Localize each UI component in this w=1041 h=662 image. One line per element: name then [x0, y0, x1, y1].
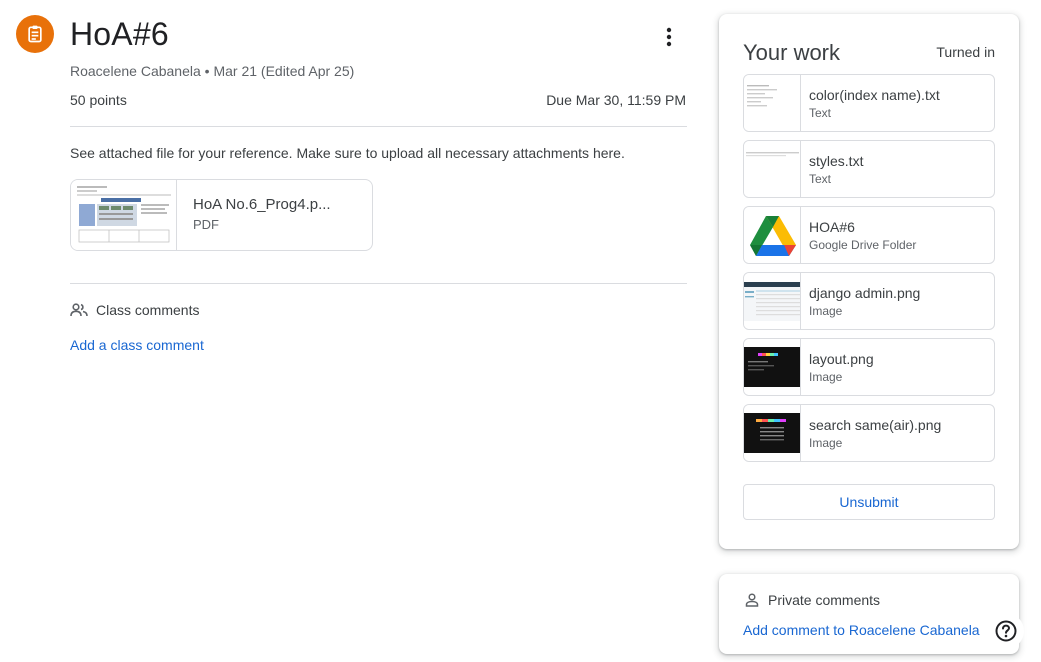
add-private-comment-link[interactable]: Add comment to Roacelene Cabanela — [743, 622, 980, 638]
help-button[interactable] — [988, 613, 1024, 649]
attachment-card[interactable]: HoA No.6_Prog4.p... PDF — [70, 179, 373, 251]
drive-icon — [744, 207, 801, 263]
submitted-file[interactable]: django admin.png Image — [743, 272, 995, 330]
file-name: search same(air).png — [809, 417, 942, 433]
your-work-title: Your work — [743, 40, 841, 65]
image-thumbnail — [744, 405, 801, 461]
points-label: 50 points — [70, 92, 127, 108]
submitted-file[interactable]: color(index name).txt Text — [743, 74, 995, 132]
submitted-file[interactable]: styles.txt Text — [743, 140, 995, 198]
more-vert-icon — [666, 27, 672, 47]
help-icon — [995, 620, 1017, 642]
file-type: Image — [809, 370, 843, 384]
submitted-file[interactable]: HOA#6 Google Drive Folder — [743, 206, 995, 264]
file-name: color(index name).txt — [809, 87, 940, 103]
class-comments-header: Class comments — [70, 302, 199, 318]
private-comments-card: Private comments Add comment to Roacelen… — [719, 574, 1019, 654]
person-icon — [745, 593, 759, 607]
file-type: Image — [809, 436, 843, 450]
people-icon — [70, 303, 88, 317]
submitted-file[interactable]: search same(air).png Image — [743, 404, 995, 462]
class-comments-label: Class comments — [96, 302, 200, 318]
file-name: styles.txt — [809, 153, 864, 169]
private-comments-header: Private comments — [745, 592, 880, 608]
image-thumbnail — [744, 339, 801, 395]
assignment-meta: Roacelene Cabanela • Mar 21 (Edited Apr … — [70, 63, 355, 79]
private-comments-label: Private comments — [768, 592, 881, 608]
submitted-file[interactable]: layout.png Image — [743, 338, 995, 396]
instructions-text: See attached file for your reference. Ma… — [70, 145, 625, 161]
file-name: django admin.png — [809, 285, 921, 301]
file-name: layout.png — [809, 351, 874, 367]
file-name: HOA#6 — [809, 219, 855, 235]
image-thumbnail — [744, 273, 801, 329]
unsubmit-button[interactable]: Unsubmit — [743, 484, 995, 520]
text-doc-thumbnail — [744, 75, 801, 131]
add-class-comment-link[interactable]: Add a class comment — [70, 337, 204, 353]
divider — [70, 283, 687, 284]
file-type: Google Drive Folder — [809, 238, 917, 252]
status-badge: Turned in — [936, 44, 995, 60]
pdf-thumbnail — [71, 180, 177, 250]
page-title: HoA#6 — [70, 16, 169, 52]
file-type: Image — [809, 304, 843, 318]
your-work-card: Your work Turned in color(index name).tx… — [719, 14, 1019, 549]
divider — [70, 126, 687, 127]
more-options-button[interactable] — [654, 22, 684, 52]
attachment-type: PDF — [193, 217, 219, 232]
file-type: Text — [809, 106, 832, 120]
text-doc-thumbnail — [744, 141, 801, 197]
assignment-icon — [16, 15, 54, 53]
attachment-name: HoA No.6_Prog4.p... — [193, 196, 331, 213]
due-date: Due Mar 30, 11:59 PM — [546, 92, 686, 108]
file-type: Text — [809, 172, 832, 186]
